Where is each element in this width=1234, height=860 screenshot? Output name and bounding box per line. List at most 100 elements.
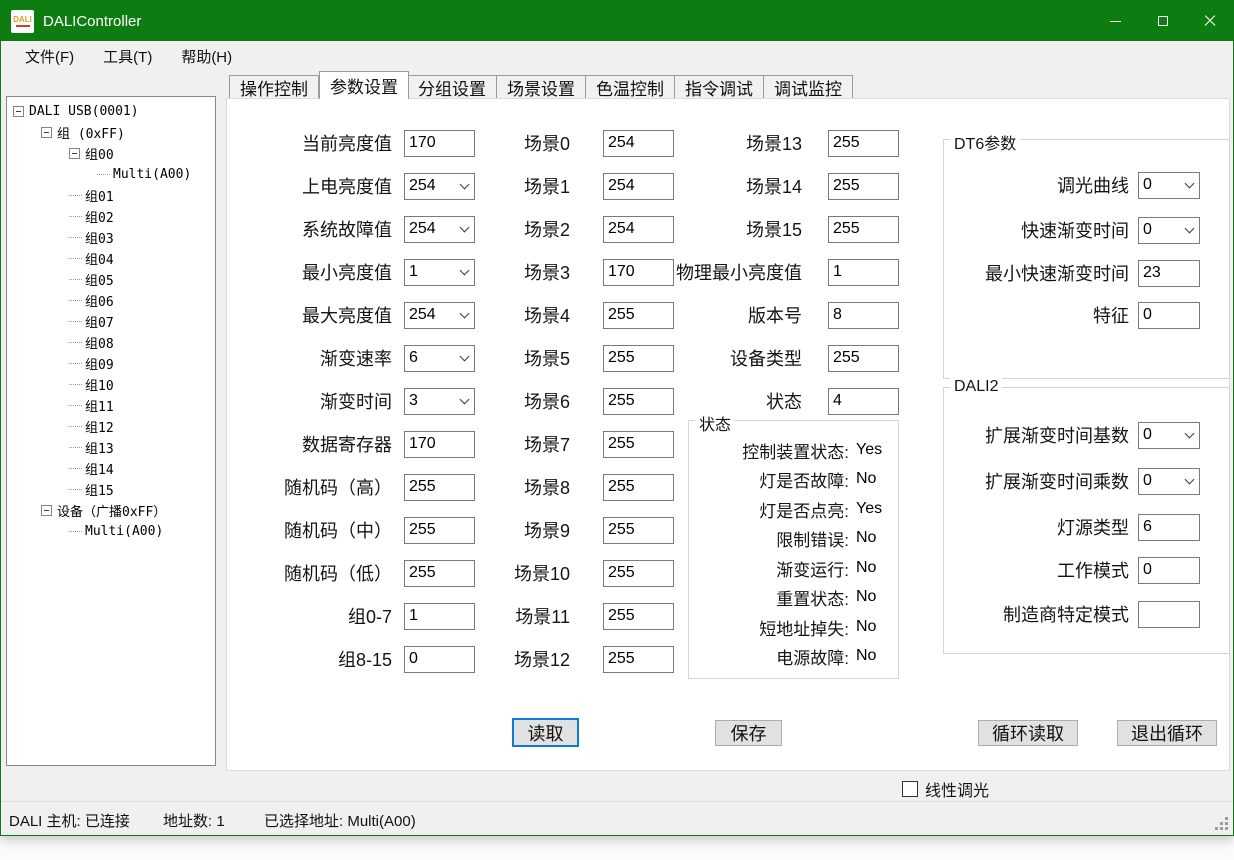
manufacturer-mode-input[interactable] bbox=[1138, 601, 1200, 628]
status-label: 限制错误: bbox=[689, 526, 849, 551]
tree-node-group01[interactable]: 组01 bbox=[7, 185, 215, 206]
scene11-input[interactable] bbox=[603, 603, 674, 630]
features-input[interactable] bbox=[1138, 302, 1200, 329]
scene12-input[interactable] bbox=[603, 646, 674, 673]
min-fast-fade-time-input[interactable] bbox=[1138, 260, 1200, 287]
scene13-input[interactable] bbox=[828, 130, 899, 157]
tree-node-multi-a00[interactable]: Multi(A00) bbox=[7, 164, 215, 185]
tree-node-group-broadcast[interactable]: 组 (0xFF) bbox=[7, 122, 215, 143]
field-label: 渐变速率 bbox=[272, 345, 392, 371]
random-code-mid-input[interactable] bbox=[404, 517, 475, 544]
field-label: 特征 bbox=[944, 302, 1129, 328]
device-type-input[interactable] bbox=[828, 345, 899, 372]
field-label: 数据寄存器 bbox=[272, 431, 392, 457]
scene7-input[interactable] bbox=[603, 431, 674, 458]
status-value: Yes bbox=[856, 500, 882, 518]
dimming-curve-combo[interactable]: 0 bbox=[1138, 172, 1200, 199]
maximize-button[interactable] bbox=[1139, 1, 1186, 41]
tree-node-group06[interactable]: 组06 bbox=[7, 290, 215, 311]
tree-node-label: 组15 bbox=[85, 480, 114, 499]
menu-help[interactable]: 帮助(H) bbox=[170, 43, 243, 70]
menu-tools[interactable]: 工具(T) bbox=[92, 43, 163, 70]
scene15-input[interactable] bbox=[828, 216, 899, 243]
linear-dimming-checkbox[interactable]: 线性调光 bbox=[902, 777, 989, 801]
tree-node-group07[interactable]: 组07 bbox=[7, 311, 215, 332]
random-code-high-input[interactable] bbox=[404, 474, 475, 501]
tree-node-device-broadcast[interactable]: 设备（广播0xFF） bbox=[7, 500, 215, 521]
physical-min-level-input[interactable] bbox=[828, 259, 899, 286]
tree-node-root[interactable]: DALI USB(0001) bbox=[7, 101, 215, 122]
menu-file[interactable]: 文件(F) bbox=[14, 43, 85, 70]
collapse-toggle-icon[interactable] bbox=[41, 127, 52, 138]
min-level-combo[interactable]: 1 bbox=[404, 259, 475, 286]
scene10-input[interactable] bbox=[603, 560, 674, 587]
tab-operation-control[interactable]: 操作控制 bbox=[229, 75, 319, 99]
scene14-input[interactable] bbox=[828, 173, 899, 200]
fast-fade-time-combo[interactable]: 0 bbox=[1138, 217, 1200, 244]
close-button[interactable] bbox=[1186, 1, 1233, 41]
tree-node-group10[interactable]: 组10 bbox=[7, 374, 215, 395]
tree-node-group00[interactable]: 组00 bbox=[7, 143, 215, 164]
fade-rate-combo[interactable]: 6 bbox=[404, 345, 475, 372]
loop-read-button[interactable]: 循环读取 bbox=[978, 720, 1078, 746]
tree-node-label: 组10 bbox=[85, 375, 114, 394]
tree-node-group09[interactable]: 组09 bbox=[7, 353, 215, 374]
resize-grip[interactable] bbox=[1215, 817, 1229, 831]
collapse-toggle-icon[interactable] bbox=[13, 106, 24, 117]
tree-node-group13[interactable]: 组13 bbox=[7, 437, 215, 458]
fade-time-combo[interactable]: 3 bbox=[404, 388, 475, 415]
ext-fade-time-base-combo[interactable]: 0 bbox=[1138, 422, 1200, 449]
window-controls bbox=[1092, 1, 1233, 41]
field-label: 快速渐变时间 bbox=[944, 217, 1129, 243]
read-button[interactable]: 读取 bbox=[512, 718, 579, 747]
tab-parameter-settings[interactable]: 参数设置 bbox=[319, 71, 409, 99]
titlebar[interactable]: DALI DALIController bbox=[1, 1, 1233, 41]
field-label: 灯源类型 bbox=[944, 514, 1129, 540]
tree-node-group03[interactable]: 组03 bbox=[7, 227, 215, 248]
power-on-level-combo[interactable]: 254 bbox=[404, 173, 475, 200]
collapse-toggle-icon[interactable] bbox=[41, 505, 52, 516]
group-8-15-input[interactable] bbox=[404, 646, 475, 673]
field-label: 场景0 bbox=[480, 130, 570, 156]
field-label: 设备类型 bbox=[647, 345, 802, 371]
data-register-input[interactable] bbox=[404, 431, 475, 458]
device-tree[interactable]: DALI USB(0001) 组 (0xFF) 组00 Multi(A00) 组… bbox=[6, 96, 216, 766]
system-failure-level-combo[interactable]: 254 bbox=[404, 216, 475, 243]
light-source-type-input[interactable] bbox=[1138, 514, 1200, 541]
collapse-toggle-icon[interactable] bbox=[69, 148, 80, 159]
tab-grouping-settings[interactable]: 分组设置 bbox=[408, 75, 497, 99]
field-label: 最小快速渐变时间 bbox=[944, 260, 1129, 286]
tree-node-group08[interactable]: 组08 bbox=[7, 332, 215, 353]
tree-node-multi-a00-2[interactable]: Multi(A00) bbox=[7, 521, 215, 542]
minimize-button[interactable] bbox=[1092, 1, 1139, 41]
tab-debug-monitor[interactable]: 调试监控 bbox=[764, 75, 853, 99]
tab-color-temp-control[interactable]: 色温控制 bbox=[586, 75, 675, 99]
scene8-input[interactable] bbox=[603, 474, 674, 501]
random-code-low-input[interactable] bbox=[404, 560, 475, 587]
version-input[interactable] bbox=[828, 302, 899, 329]
save-button[interactable]: 保存 bbox=[715, 720, 782, 746]
max-level-combo[interactable]: 254 bbox=[404, 302, 475, 329]
tree-node-group11[interactable]: 组11 bbox=[7, 395, 215, 416]
ext-fade-time-multiplier-combo[interactable]: 0 bbox=[1138, 468, 1200, 495]
checkbox-box-icon[interactable] bbox=[902, 781, 918, 797]
field-label: 组0-7 bbox=[272, 603, 392, 629]
tab-page-parameters: 当前亮度值 上电亮度值254 系统故障值254 最小亮度值1 最大亮度值254 … bbox=[226, 98, 1230, 771]
tree-node-group14[interactable]: 组14 bbox=[7, 458, 215, 479]
exit-loop-button[interactable]: 退出循环 bbox=[1117, 720, 1217, 746]
tree-node-group05[interactable]: 组05 bbox=[7, 269, 215, 290]
status-input[interactable] bbox=[828, 388, 899, 415]
tree-node-group04[interactable]: 组04 bbox=[7, 248, 215, 269]
tab-command-debug[interactable]: 指令调试 bbox=[675, 75, 764, 99]
scene9-input[interactable] bbox=[603, 517, 674, 544]
current-level-input[interactable] bbox=[404, 130, 475, 157]
tree-node-group12[interactable]: 组12 bbox=[7, 416, 215, 437]
group-0-7-input[interactable] bbox=[404, 603, 475, 630]
chevron-down-icon bbox=[1185, 224, 1195, 234]
app-icon-text: DALI bbox=[13, 16, 32, 24]
operating-mode-input[interactable] bbox=[1138, 557, 1200, 584]
tree-node-group15[interactable]: 组15 bbox=[7, 479, 215, 500]
tab-scene-settings[interactable]: 场景设置 bbox=[497, 75, 586, 99]
checkbox-label: 线性调光 bbox=[925, 777, 989, 801]
tree-node-group02[interactable]: 组02 bbox=[7, 206, 215, 227]
